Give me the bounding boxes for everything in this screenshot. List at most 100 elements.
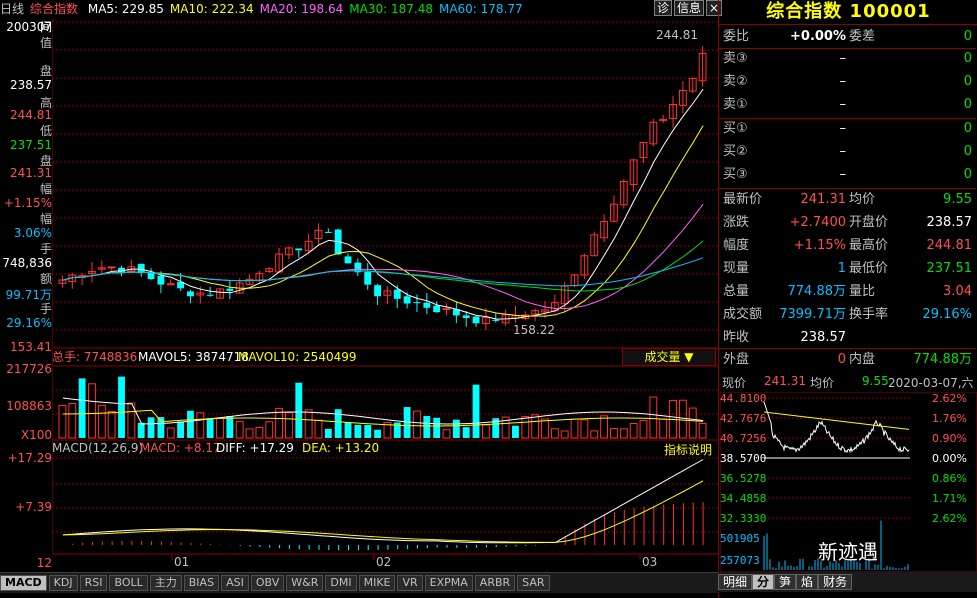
candle-body <box>393 289 401 299</box>
quote-label-2: 最高价 <box>849 238 889 253</box>
tab-obv[interactable]: OBV <box>250 575 285 591</box>
vol-label: 手 <box>39 242 52 256</box>
high-annotation: 244.81 <box>656 28 698 42</box>
volume-bar <box>688 407 697 439</box>
outer-label: 外盘 <box>723 352 750 367</box>
order-book-row: 买② – 0 <box>719 141 976 163</box>
order-book-row: 买③ – 0 <box>719 164 976 186</box>
volume-bar <box>166 427 175 439</box>
ma10-line <box>62 125 704 317</box>
right-tab-4[interactable]: 财务 <box>818 574 853 590</box>
tab-arbr[interactable]: ARBR <box>474 575 516 591</box>
tab-kdj[interactable]: KDJ <box>48 575 78 591</box>
mini-header: 现价 241.31 均价 9.55 2020-03-07,六 <box>720 374 977 392</box>
right-tab-2[interactable]: 笋 <box>774 574 797 590</box>
kline-chart[interactable]: 01 02 03 244.81 158.22 总手: 7748836 MAVOL5:… <box>52 18 718 572</box>
candle-body <box>413 302 421 304</box>
candle-body <box>364 272 372 285</box>
tab-rsi[interactable]: RSI <box>79 575 108 591</box>
low-annotation: 158.22 <box>513 323 555 337</box>
tab-vr[interactable]: VR <box>397 575 423 591</box>
quote-label: 涨跌 <box>723 215 750 230</box>
volume-bar <box>58 404 67 439</box>
mini-date: 2020-03-07,六 <box>888 376 974 390</box>
quote-value-2: 244.81 <box>926 238 973 253</box>
inner-value: 774.88万 <box>913 352 973 367</box>
amp-label: 幅 <box>39 212 52 226</box>
index-name: 综合指数 <box>30 2 79 16</box>
tab-macd[interactable]: MACD <box>0 575 47 591</box>
volume-bar <box>452 419 460 438</box>
volume-bar <box>619 428 628 439</box>
macd-top: +17.29 <box>7 451 52 465</box>
indicator-help-button[interactable]: 指标说明 <box>664 441 712 458</box>
quote-row: 最新价 241.31 均价 9.55 <box>719 189 976 211</box>
close-value: 241.31 <box>10 166 52 180</box>
right-tab-3[interactable]: 焰 <box>796 574 819 590</box>
volume-bar <box>413 410 421 439</box>
quote-label-2: 最低价 <box>849 261 889 276</box>
vol-value: 748,836 <box>2 256 52 270</box>
macd-title: MACD(12,26,9) <box>52 441 143 455</box>
volume-bar <box>187 410 194 438</box>
quote-value-2: 29.16% <box>922 307 972 322</box>
stock-title: 综合指数 100001 <box>719 0 977 25</box>
mini-now-label: 现价 <box>722 376 747 390</box>
volume-bar <box>512 425 519 438</box>
order-label: 买① <box>723 121 748 136</box>
order-label: 买② <box>723 144 748 159</box>
open-label: 盘 <box>39 64 52 78</box>
volume-bar <box>423 415 431 438</box>
order-price: – <box>839 51 847 66</box>
volume-bar <box>216 417 224 439</box>
volume-bar <box>255 427 264 439</box>
volume-indicator-select[interactable]: 成交量 ▼ <box>622 348 716 366</box>
order-book-row: 卖② – 0 <box>719 71 976 93</box>
order-volume: 0 <box>963 144 972 159</box>
volume-bar <box>118 376 125 438</box>
tab-w&r[interactable]: W&R <box>286 575 324 591</box>
quote-value: 238.57 <box>800 330 847 345</box>
volume-bar <box>659 418 668 439</box>
inner-label: 内盘 <box>849 352 876 367</box>
order-label: 卖① <box>723 97 748 112</box>
indicator-tabs: MACD KDJ RSI BOLL 主力 BIAS ASI OBV W&R DMI MIKE VR EX… <box>0 572 718 593</box>
mini-left-tick: 42.7676 <box>720 412 766 425</box>
dea-line <box>62 480 704 543</box>
volume-bar <box>88 383 96 439</box>
ma20-line <box>62 203 704 310</box>
info-button[interactable]: 信息 <box>674 0 705 16</box>
candle-body <box>157 275 165 285</box>
volume-bar <box>157 417 165 438</box>
quote-value-2: 9.55 <box>943 192 972 207</box>
mini-left-tick: 36.5278 <box>720 472 766 485</box>
macd-value: MACD: +8.17 <box>140 441 221 455</box>
low-value: 237.51 <box>10 138 52 152</box>
candle-body <box>187 291 194 297</box>
mini-right-tick: 2.62% <box>932 392 967 405</box>
quote-label-2: 量比 <box>849 284 876 299</box>
diagnose-button[interactable]: 诊 <box>654 0 673 16</box>
volume-bar <box>472 384 480 438</box>
outer-value: 0 <box>837 352 846 367</box>
tab-boll[interactable]: BOLL <box>109 575 148 591</box>
tab-dmi[interactable]: DMI <box>325 575 357 591</box>
volume-bar <box>580 419 589 439</box>
mini-right-tick: 0.00% <box>932 452 967 465</box>
mini-right-tick: 0.90% <box>932 432 967 445</box>
volume-bar <box>206 418 214 438</box>
tab-mike[interactable]: MIKE <box>358 575 396 591</box>
tab-asi[interactable]: ASI <box>221 575 249 591</box>
mini-now-value: 241.31 <box>764 374 806 388</box>
right-tab-1[interactable]: 分 <box>752 574 775 590</box>
tab-sar[interactable]: SAR <box>517 575 550 591</box>
tab-主力[interactable]: 主力 <box>149 575 182 591</box>
volume-bar <box>314 419 323 439</box>
watermark-text: 新迹遇 <box>818 540 878 564</box>
tab-expma[interactable]: EXPMA <box>424 575 473 591</box>
tab-bias[interactable]: BIAS <box>183 575 220 591</box>
quote-value: +2.7400 <box>789 215 846 230</box>
date-value: 200307 <box>6 20 52 34</box>
volume-bar <box>78 378 86 438</box>
right-tab-0[interactable]: 明细 <box>718 574 753 590</box>
